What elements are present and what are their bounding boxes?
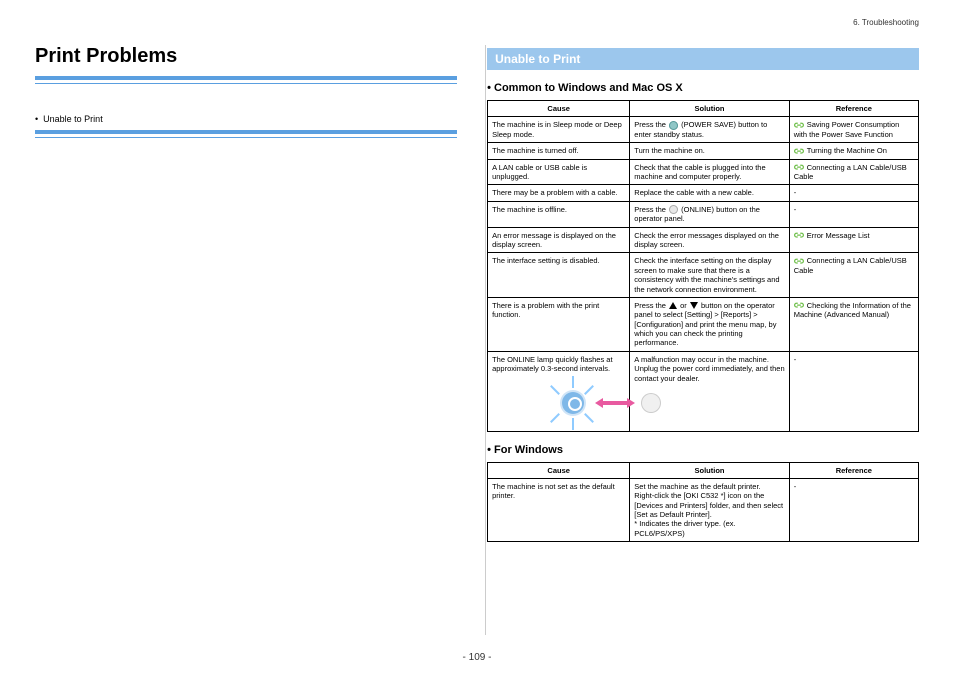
- online-lamp-icon: [642, 394, 660, 412]
- double-arrow-icon: [595, 399, 635, 407]
- th-solution: Solution: [630, 101, 789, 117]
- th-reference: Reference: [789, 462, 918, 478]
- toc-rule-thick: [35, 130, 457, 134]
- link-icon: [794, 122, 804, 129]
- cell-cause: A LAN cable or USB cable is unplugged.: [488, 159, 630, 185]
- cell-solution: Check the error messages displayed on th…: [630, 227, 789, 253]
- toc-item-unable-to-print[interactable]: • Unable to Print: [35, 114, 457, 124]
- link-icon: [794, 164, 804, 171]
- power-button-icon: [562, 392, 584, 414]
- reference-link[interactable]: Saving Power Consumption with the Power …: [794, 120, 900, 138]
- reference-link[interactable]: Connecting a LAN Cable/USB Cable: [794, 163, 907, 181]
- table-windows: Cause Solution Reference The machine is …: [487, 462, 919, 543]
- table-row: The ONLINE lamp quickly flashes at appro…: [488, 351, 919, 431]
- cell-solution: Check that the cable is plugged into the…: [630, 159, 789, 185]
- power-save-icon: [669, 121, 678, 130]
- cell-reference: Saving Power Consumption with the Power …: [789, 117, 918, 143]
- subheading-common: Common to Windows and Mac OS X: [487, 82, 919, 94]
- table-row: The machine is not set as the default pr…: [488, 478, 919, 541]
- breadcrumb: 6. Troubleshooting: [853, 18, 919, 27]
- reference-text: -: [794, 188, 797, 197]
- section-heading-unable-to-print: Unable to Print: [487, 48, 919, 70]
- link-icon: [794, 302, 804, 309]
- table-row: The machine is turned off.Turn the machi…: [488, 143, 919, 159]
- page-title: Print Problems: [35, 45, 457, 68]
- reference-text: -: [794, 482, 797, 491]
- title-rule-thin: [35, 83, 457, 84]
- cell-reference: Connecting a LAN Cable/USB Cable: [789, 253, 918, 298]
- cell-cause: There is a problem with the print functi…: [488, 297, 630, 351]
- toc-rule-thin: [35, 137, 457, 138]
- cell-solution: Press the (ONLINE) button on the operato…: [630, 201, 789, 227]
- toc: • Unable to Print: [35, 114, 457, 124]
- cell-solution: Press the (POWER SAVE) button to enter s…: [630, 117, 789, 143]
- cell-cause: The machine is turned off.: [488, 143, 630, 159]
- cell-solution: A malfunction may occur in the machine. …: [630, 351, 789, 431]
- cell-reference: -: [789, 185, 918, 201]
- cell-solution: Turn the machine on.: [630, 143, 789, 159]
- link-icon: [794, 258, 804, 265]
- cell-cause: The interface setting is disabled.: [488, 253, 630, 298]
- reference-link[interactable]: Connecting a LAN Cable/USB Cable: [794, 256, 907, 274]
- reference-text: -: [794, 205, 797, 214]
- subheading-windows: For Windows: [487, 444, 919, 456]
- cell-reference: Turning the Machine On: [789, 143, 918, 159]
- cell-solution: Replace the cable with a new cable.: [630, 185, 789, 201]
- page-number: - 109 -: [0, 652, 954, 663]
- cell-cause: The machine is in Sleep mode or Deep Sle…: [488, 117, 630, 143]
- cell-reference: Error Message List: [789, 227, 918, 253]
- table-row: The machine is offline.Press the (ONLINE…: [488, 201, 919, 227]
- online-icon: [669, 205, 678, 214]
- cell-reference: Checking the Information of the Machine …: [789, 297, 918, 351]
- cell-reference: -: [789, 478, 918, 541]
- reference-text: -: [794, 355, 797, 364]
- reference-link[interactable]: Error Message List: [807, 231, 870, 240]
- table-row: There is a problem with the print functi…: [488, 297, 919, 351]
- th-solution: Solution: [630, 462, 789, 478]
- arrow-up-icon: [669, 302, 677, 309]
- arrow-down-icon: [690, 302, 698, 309]
- th-cause: Cause: [488, 101, 630, 117]
- cell-cause: An error message is displayed on the dis…: [488, 227, 630, 253]
- title-rule-thick: [35, 76, 457, 80]
- table-row: The machine is in Sleep mode or Deep Sle…: [488, 117, 919, 143]
- table-common: Cause Solution Reference The machine is …: [487, 100, 919, 432]
- cell-reference: -: [789, 201, 918, 227]
- cell-reference: Connecting a LAN Cable/USB Cable: [789, 159, 918, 185]
- online-lamp-diagram: [492, 378, 625, 428]
- table-row: An error message is displayed on the dis…: [488, 227, 919, 253]
- link-icon: [794, 148, 804, 155]
- cell-cause: The machine is not set as the default pr…: [488, 478, 630, 541]
- th-reference: Reference: [789, 101, 918, 117]
- table-row: The interface setting is disabled.Check …: [488, 253, 919, 298]
- cell-solution: Check the interface setting on the displ…: [630, 253, 789, 298]
- link-icon: [794, 232, 804, 239]
- reference-link[interactable]: Turning the Machine On: [807, 146, 887, 155]
- th-cause: Cause: [488, 462, 630, 478]
- cell-cause: There may be a problem with a cable.: [488, 185, 630, 201]
- table-row: A LAN cable or USB cable is unplugged.Ch…: [488, 159, 919, 185]
- cell-solution: Set the machine as the default printer.R…: [630, 478, 789, 541]
- column-divider: [485, 45, 486, 635]
- table-row: There may be a problem with a cable.Repl…: [488, 185, 919, 201]
- reference-link[interactable]: Checking the Information of the Machine …: [794, 301, 911, 319]
- cell-reference: -: [789, 351, 918, 431]
- cell-cause: The machine is offline.: [488, 201, 630, 227]
- cell-solution: Press the or button on the operator pane…: [630, 297, 789, 351]
- toc-item-label: Unable to Print: [43, 114, 103, 124]
- cell-cause: The ONLINE lamp quickly flashes at appro…: [488, 351, 630, 431]
